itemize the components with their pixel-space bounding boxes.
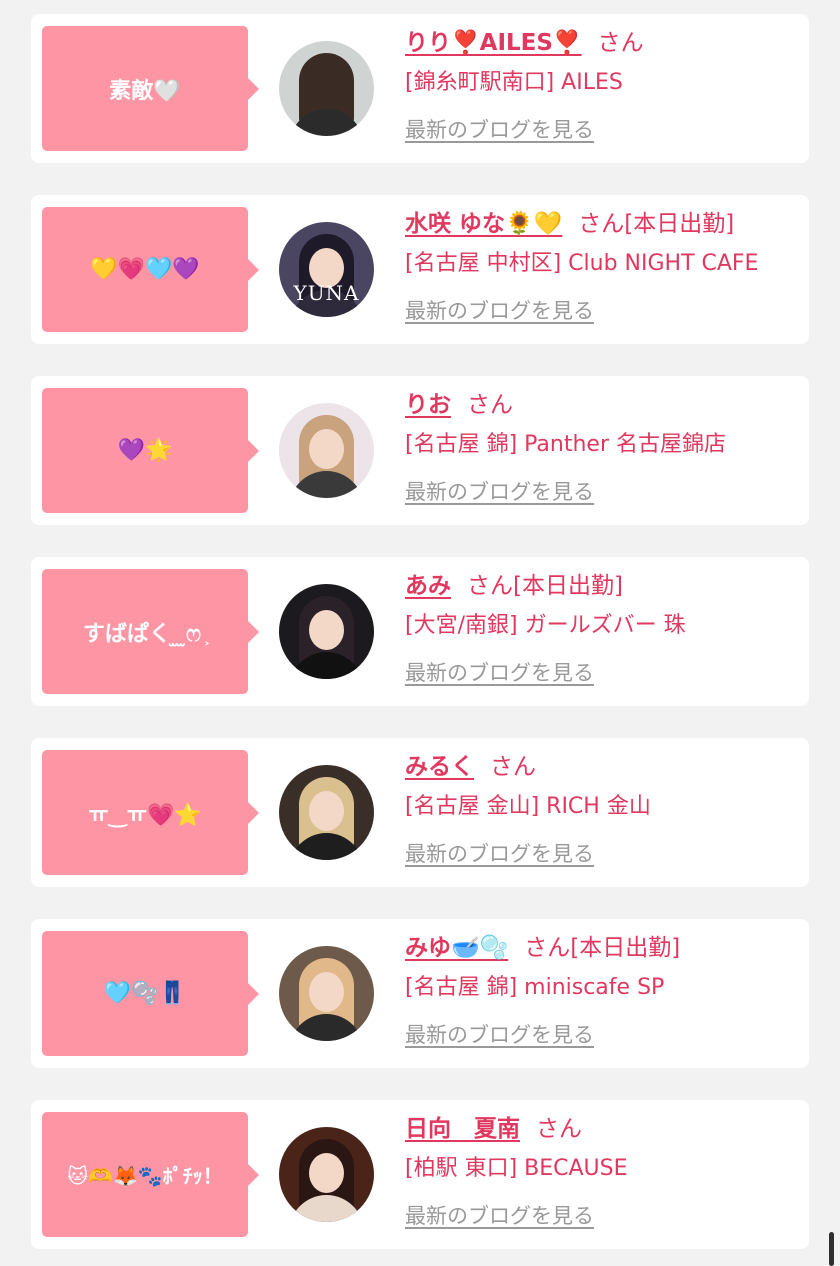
cast-name-link[interactable]: みゆ🥣🫧: [405, 935, 508, 961]
shop-name: [錦糸町駅南口] AILES: [405, 70, 623, 95]
avatar[interactable]: [279, 946, 374, 1041]
blog-post-list: 素敵🤍 りり❣️AILES❣️ さん [錦糸町駅南口] AILES 最新のブログを…: [31, 14, 809, 1249]
post-card: 💛💗🩵💜 YUNA 水咲 ゆな🌻💛 さん[本日出勤] [名古屋 中村区] Club…: [31, 195, 809, 344]
message-bubble: 💛💗🩵💜: [42, 207, 259, 332]
message-bubble: ㅠ‿ㅠ💗⭐: [42, 750, 259, 875]
latest-blog-link[interactable]: 最新のブログを見る: [405, 838, 594, 868]
message-text: 💜🌟: [117, 438, 173, 463]
avatar-name-text: YUNA: [293, 281, 360, 305]
avatar[interactable]: [279, 1127, 374, 1222]
avatar[interactable]: [279, 403, 374, 498]
status-badge: [本日出勤]: [513, 573, 623, 599]
avatar-face: [309, 610, 344, 650]
message-bubble: 🩵🫧👖: [42, 931, 259, 1056]
post-info: みゆ🥣🫧 さん[本日出勤] [名古屋 錦] miniscafe SP 最新のブログ…: [405, 931, 799, 1049]
message-text: 💛💗🩵💜: [90, 257, 200, 282]
post-card: ㅠ‿ㅠ💗⭐ みるく さん [名古屋 金山] RICH 金山 最新のブログを見る: [31, 738, 809, 887]
message-bubble: すばぱく ̫ ̫ෆ ͕: [42, 569, 259, 694]
shop-name: [名古屋 錦] miniscafe SP: [405, 975, 665, 1000]
cast-name-link[interactable]: 日向 夏南: [405, 1116, 520, 1142]
post-card: 🩵🫧👖 みゆ🥣🫧 さん[本日出勤] [名古屋 錦] miniscafe SP 最新…: [31, 919, 809, 1068]
message-text: すばぱく ̫ ̫ෆ ͕: [82, 621, 208, 647]
avatar[interactable]: YUNA: [279, 222, 374, 317]
avatar-face: [309, 791, 344, 831]
honorific: さん: [524, 935, 571, 961]
post-card: すばぱく ̫ ̫ෆ ͕ あみ さん[本日出勤] [大宮/南銀] ガールズバー 珠 …: [31, 557, 809, 706]
avatar-face: [309, 972, 344, 1012]
message-text: ㅠ‿ㅠ💗⭐: [88, 802, 202, 828]
avatar[interactable]: [279, 41, 374, 136]
message-bubble: 💜🌟: [42, 388, 259, 513]
status-badge: [本日出勤]: [570, 935, 681, 961]
shop-name: [名古屋 錦] Panther 名古屋錦店: [405, 432, 726, 457]
honorific: さん: [536, 1116, 582, 1142]
honorific: さん: [490, 754, 536, 780]
post-info: りり❣️AILES❣️ さん [錦糸町駅南口] AILES 最新のブログを見る: [405, 26, 799, 144]
message-bubble: 素敵🤍: [42, 26, 259, 151]
avatar[interactable]: [279, 765, 374, 860]
post-card: 💜🌟 りお さん [名古屋 錦] Panther 名古屋錦店 最新のブログを見る: [31, 376, 809, 525]
post-info: 日向 夏南 さん [柏駅 東口] BECAUSE 最新のブログを見る: [405, 1112, 799, 1230]
message-text: 素敵🤍: [109, 78, 181, 104]
latest-blog-link[interactable]: 最新のブログを見る: [405, 476, 594, 506]
post-card: 🐱🫶🦊🐾ﾎﾟﾁｯ！ 日向 夏南 さん [柏駅 東口] BECAUSE 最新のブログ…: [31, 1100, 809, 1249]
post-info: 水咲 ゆな🌻💛 さん[本日出勤] [名古屋 中村区] Club NIGHT CAF…: [405, 207, 799, 325]
shop-name: [名古屋 中村区] Club NIGHT CAFE: [405, 251, 759, 276]
latest-blog-link[interactable]: 最新のブログを見る: [405, 657, 594, 687]
cast-name-link[interactable]: りお: [405, 392, 451, 418]
cast-name-link[interactable]: 水咲 ゆな🌻💛: [405, 211, 562, 237]
post-card: 素敵🤍 りり❣️AILES❣️ さん [錦糸町駅南口] AILES 最新のブログを…: [31, 14, 809, 163]
scrollbar[interactable]: [829, 1232, 834, 1266]
honorific: さん: [578, 211, 625, 237]
avatar[interactable]: [279, 584, 374, 679]
honorific: さん: [467, 392, 513, 418]
cast-name-link[interactable]: みるく: [405, 754, 474, 780]
latest-blog-link[interactable]: 最新のブログを見る: [405, 114, 594, 144]
shop-name: [大宮/南銀] ガールズバー 珠: [405, 613, 686, 638]
honorific: さん: [597, 30, 644, 56]
shop-name: [柏駅 東口] BECAUSE: [405, 1156, 628, 1181]
message-text: 🩵🫧👖: [103, 981, 187, 1006]
post-info: りお さん [名古屋 錦] Panther 名古屋錦店 最新のブログを見る: [405, 388, 799, 506]
latest-blog-link[interactable]: 最新のブログを見る: [405, 295, 594, 325]
avatar-face: [309, 1153, 344, 1193]
message-bubble: 🐱🫶🦊🐾ﾎﾟﾁｯ！: [42, 1112, 259, 1237]
latest-blog-link[interactable]: 最新のブログを見る: [405, 1019, 594, 1049]
post-info: みるく さん [名古屋 金山] RICH 金山 最新のブログを見る: [405, 750, 799, 868]
status-badge: [本日出勤]: [624, 211, 735, 237]
latest-blog-link[interactable]: 最新のブログを見る: [405, 1200, 594, 1230]
cast-name-link[interactable]: あみ: [405, 573, 451, 599]
message-text: 🐱🫶🦊🐾ﾎﾟﾁｯ！: [67, 1164, 223, 1188]
cast-name-link[interactable]: りり❣️AILES❣️: [405, 30, 582, 56]
avatar-face: [309, 429, 344, 469]
post-info: あみ さん[本日出勤] [大宮/南銀] ガールズバー 珠 最新のブログを見る: [405, 569, 799, 687]
shop-name: [名古屋 金山] RICH 金山: [405, 794, 651, 819]
honorific: さん: [467, 573, 513, 599]
